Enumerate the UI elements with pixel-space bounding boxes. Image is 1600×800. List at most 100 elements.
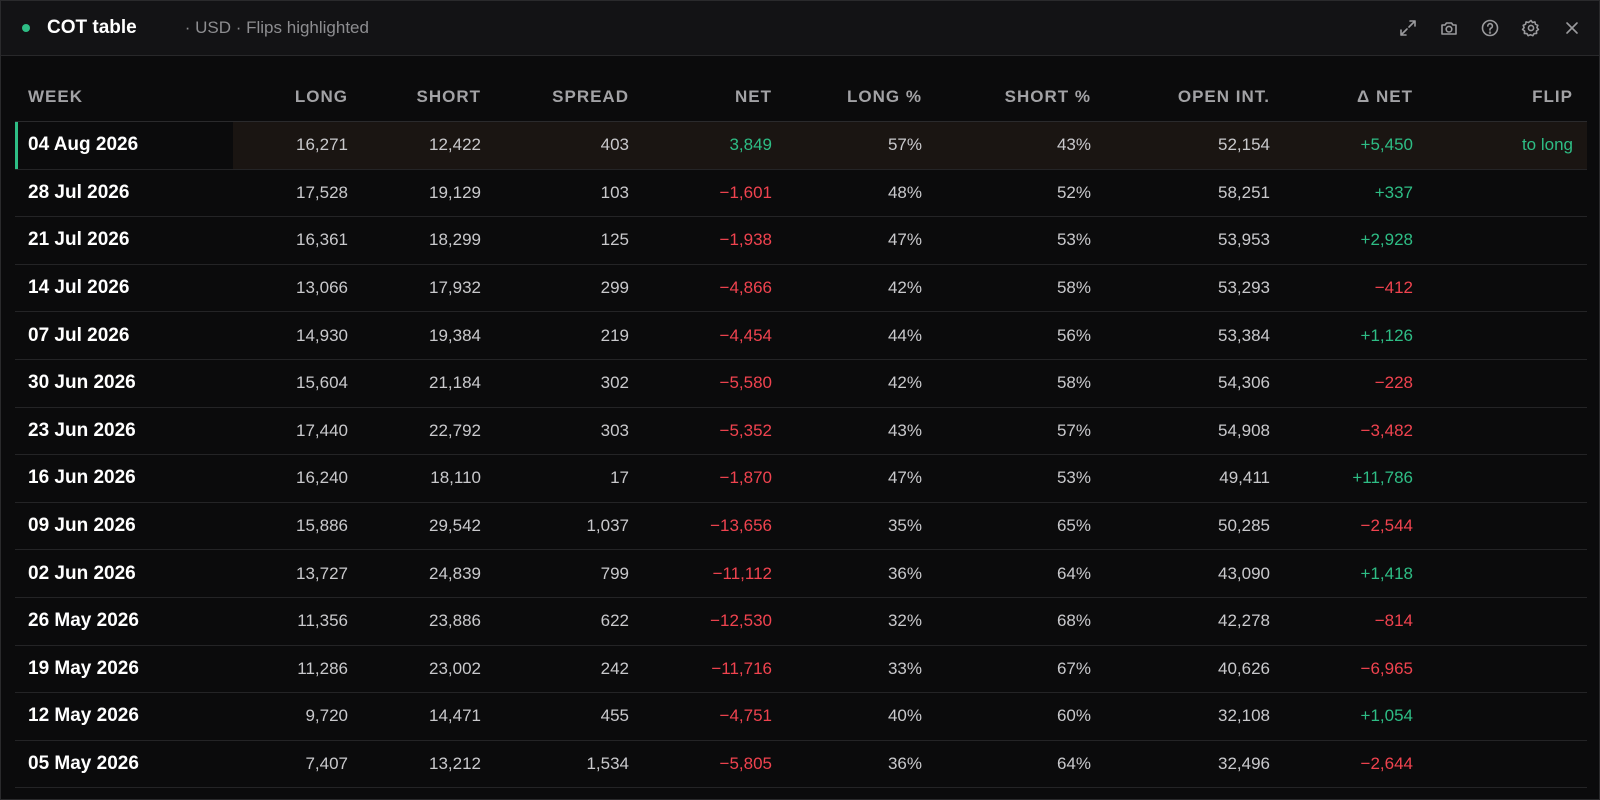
cell-long-pct: 40% [786,692,936,741]
cell-net: −11,716 [643,645,786,694]
table-row[interactable]: 14 Jul 2026 13,066 17,932 299 −4,866 42% 58% 53… [15,264,1587,313]
cell-open-int: 53,384 [1105,311,1284,360]
table-row[interactable]: 21 Jul 2026 16,361 18,299 125 −1,938 47% 53% 53… [15,216,1587,265]
cell-short: 17,932 [362,264,495,313]
cell-spread: 299 [495,264,643,313]
cell-short: 23,002 [362,645,495,694]
cell-net: −5,352 [643,407,786,456]
cell-short-pct: 64% [936,549,1105,598]
cell-spread: 303 [495,407,643,456]
cell-flip [1427,549,1587,598]
col-header-spread[interactable]: SPREAD [495,73,643,122]
cell-open-int: 54,908 [1105,407,1284,456]
table-row[interactable]: 04 Aug 2026 16,271 12,422 403 3,849 57% 43% 52,… [15,121,1587,170]
col-header-long[interactable]: LONG [233,73,362,122]
table-row[interactable]: 26 May 2026 11,356 23,886 622 −12,530 32% 68% 4… [15,597,1587,646]
settings-icon[interactable] [1520,17,1542,39]
cell-spread: 1,037 [495,502,643,551]
cell-long-pct: 48% [786,169,936,218]
cell-short: 19,129 [362,169,495,218]
cell-delta-net: −2,544 [1284,502,1427,551]
cell-long: 15,604 [233,359,362,408]
col-header-week[interactable]: WEEK [15,73,233,122]
cell-open-int: 32,496 [1105,740,1284,789]
col-header-delta-net[interactable]: Δ NET [1284,73,1427,122]
cell-week: 30 Jun 2026 [15,359,233,408]
cell-short: 29,542 [362,502,495,551]
cell-long: 11,286 [233,645,362,694]
cell-short: 21,184 [362,359,495,408]
cot-table-window: COT table · USD · Flips highlighted WEEK… [0,0,1600,800]
cell-delta-net: −814 [1284,597,1427,646]
cell-open-int: 43,090 [1105,549,1284,598]
col-header-short[interactable]: SHORT [362,73,495,122]
cell-open-int: 40,626 [1105,645,1284,694]
cell-flip [1427,740,1587,789]
table-row[interactable]: 02 Jun 2026 13,727 24,839 799 −11,112 36% 64% 4… [15,549,1587,598]
table-row[interactable]: 07 Jul 2026 14,930 19,384 219 −4,454 44% 56% 53… [15,311,1587,360]
cell-week: 21 Jul 2026 [15,216,233,265]
cell-short: 14,471 [362,692,495,741]
cell-long: 7,407 [233,740,362,789]
cell-net: 3,849 [643,121,786,170]
cell-long-pct: 42% [786,264,936,313]
cell-week: 26 May 2026 [15,597,233,646]
table-row[interactable]: 28 Jul 2026 17,528 19,129 103 −1,601 48% 52% 58… [15,169,1587,218]
table-row[interactable]: 30 Jun 2026 15,604 21,184 302 −5,580 42% 58% 54… [15,359,1587,408]
col-header-long-pct[interactable]: LONG % [786,73,936,122]
cell-week: 12 May 2026 [15,692,233,741]
cell-spread: 17 [495,454,643,503]
cell-long-pct: 36% [786,740,936,789]
col-header-open-int[interactable]: OPEN INT. [1105,73,1284,122]
cell-open-int: 52,154 [1105,121,1284,170]
cell-spread: 799 [495,549,643,598]
cell-long: 13,727 [233,549,362,598]
col-header-flip[interactable]: FLIP [1427,73,1587,122]
table-row[interactable]: 16 Jun 2026 16,240 18,110 17 −1,870 47% 53% 49,… [15,454,1587,503]
cell-spread: 242 [495,645,643,694]
window-actions [1378,1,1583,55]
expand-icon[interactable] [1397,17,1419,39]
cell-flip [1427,359,1587,408]
table-row[interactable]: 05 May 2026 7,407 13,212 1,534 −5,805 36% 64% 3… [15,740,1587,789]
table-row[interactable]: 09 Jun 2026 15,886 29,542 1,037 −13,656 35% 65… [15,502,1587,551]
table-row[interactable]: 23 Jun 2026 17,440 22,792 303 −5,352 43% 57% 54… [15,407,1587,456]
cell-short: 12,422 [362,121,495,170]
cell-delta-net: +2,928 [1284,216,1427,265]
col-header-net[interactable]: NET [643,73,786,122]
close-icon[interactable] [1561,17,1583,39]
cell-flip [1427,216,1587,265]
table-row[interactable]: 19 May 2026 11,286 23,002 242 −11,716 33% 67% 4… [15,645,1587,694]
cell-delta-net: +337 [1284,169,1427,218]
cot-table-container: WEEK LONG SHORT SPREAD NET LONG % SHORT … [15,73,1587,789]
camera-icon[interactable] [1438,17,1460,39]
cell-flip [1427,597,1587,646]
cell-flip: to long [1427,121,1587,170]
cell-long-pct: 47% [786,454,936,503]
cell-flip [1427,645,1587,694]
cell-open-int: 53,293 [1105,264,1284,313]
cell-long-pct: 43% [786,407,936,456]
cell-short-pct: 64% [936,740,1105,789]
cell-delta-net: +1,054 [1284,692,1427,741]
cell-flip [1427,407,1587,456]
cell-short-pct: 58% [936,359,1105,408]
cell-delta-net: +11,786 [1284,454,1427,503]
cell-week: 04 Aug 2026 [15,121,233,170]
cell-delta-net: −2,644 [1284,740,1427,789]
header-row: WEEK LONG SHORT SPREAD NET LONG % SHORT … [15,73,1587,122]
cell-open-int: 42,278 [1105,597,1284,646]
cell-week: 02 Jun 2026 [15,549,233,598]
cell-short-pct: 65% [936,502,1105,551]
cell-long-pct: 44% [786,311,936,360]
cell-short-pct: 58% [936,264,1105,313]
cell-week: 09 Jun 2026 [15,502,233,551]
cell-week: 28 Jul 2026 [15,169,233,218]
help-icon[interactable] [1479,17,1501,39]
cell-delta-net: −412 [1284,264,1427,313]
col-header-short-pct[interactable]: SHORT % [936,73,1105,122]
table-row[interactable]: 12 May 2026 9,720 14,471 455 −4,751 40% 60% 32,… [15,692,1587,741]
cell-spread: 302 [495,359,643,408]
cell-long-pct: 47% [786,216,936,265]
cell-long-pct: 36% [786,549,936,598]
